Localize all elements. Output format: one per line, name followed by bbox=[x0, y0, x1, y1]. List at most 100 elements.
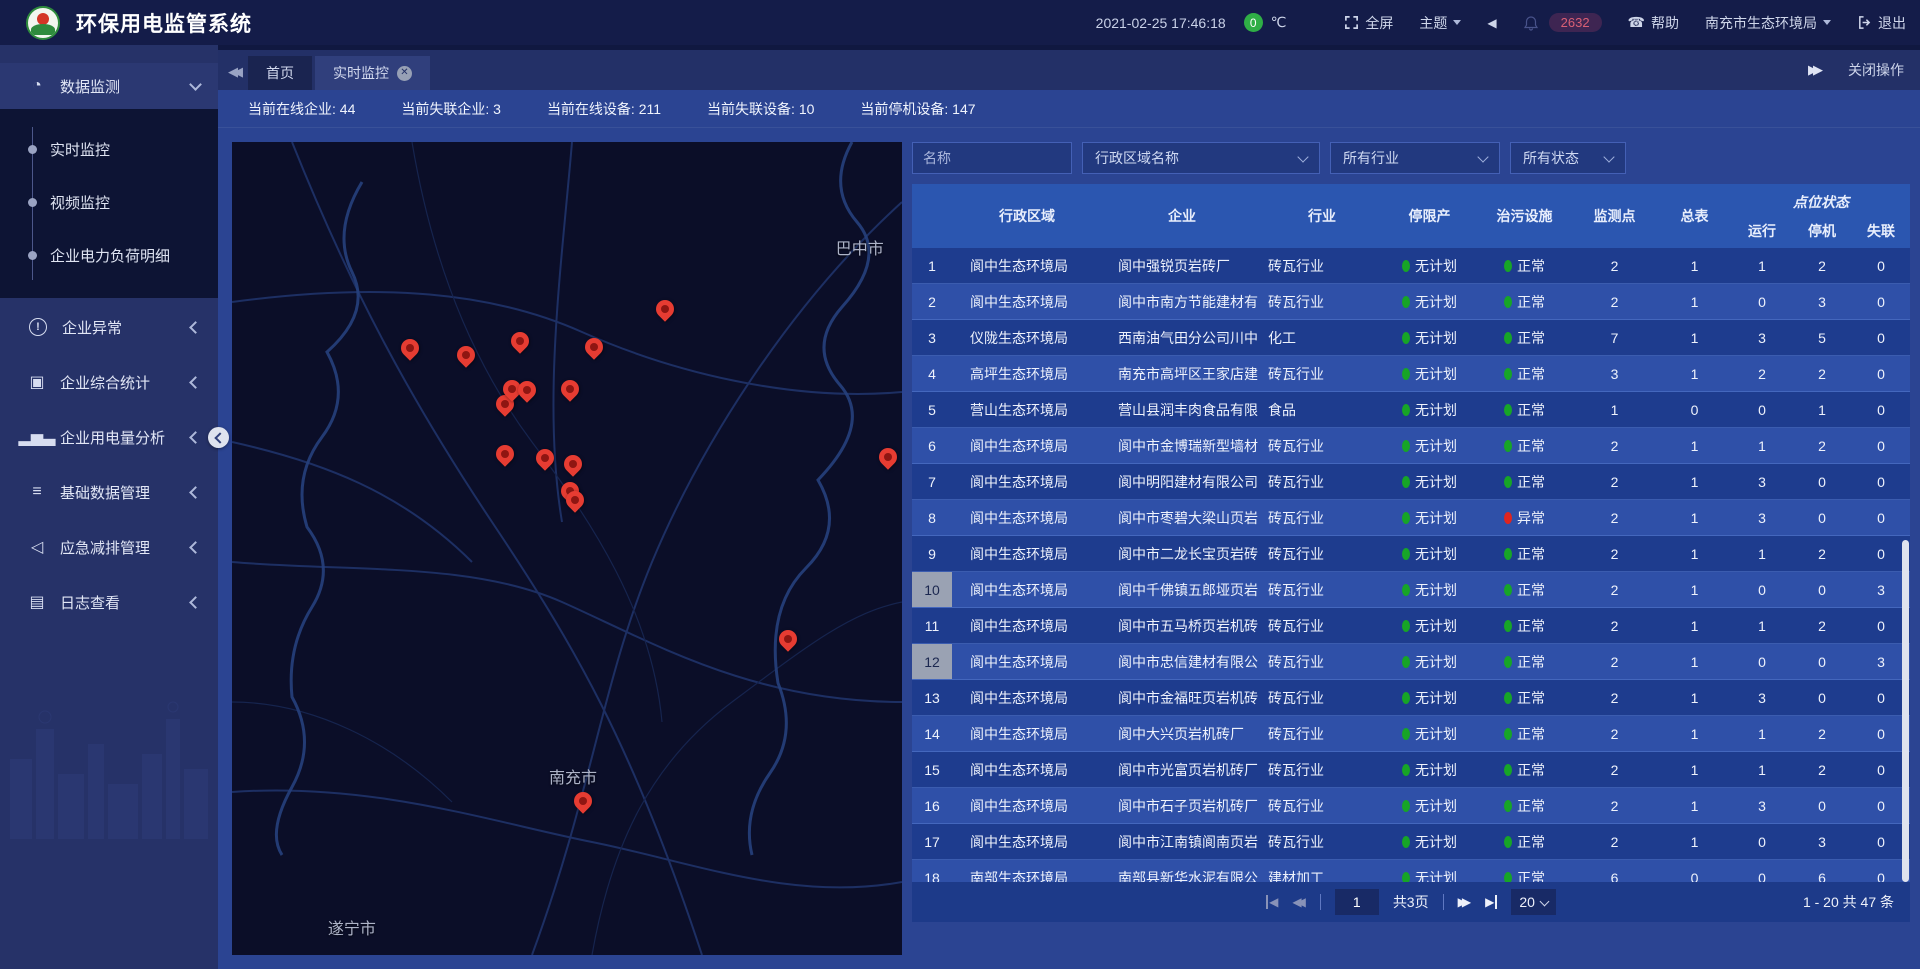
close-operations-button[interactable]: 关闭操作 bbox=[1848, 60, 1904, 80]
map-pin[interactable] bbox=[879, 448, 897, 466]
table-row[interactable]: 2阆中生态环境局阆中市南方节能建材有砖瓦行业无计划正常21030 bbox=[912, 284, 1910, 320]
map-pin[interactable] bbox=[585, 338, 603, 356]
table-row[interactable]: 3仪陇生态环境局西南油气田分公司川中化工无计划正常71350 bbox=[912, 320, 1910, 356]
row-index: 5 bbox=[912, 392, 952, 427]
first-page-button[interactable]: ◀ bbox=[1266, 895, 1278, 909]
content-area: 当前在线企业: 44当前失联企业: 3当前在线设备: 211当前失联设备: 10… bbox=[218, 90, 1920, 969]
cell-run: 2 bbox=[1732, 356, 1792, 391]
status-select[interactable]: 所有状态 bbox=[1510, 142, 1626, 174]
sidebar-collapse-button[interactable] bbox=[208, 427, 229, 448]
map-pin[interactable] bbox=[561, 380, 579, 398]
status-dot-green-icon bbox=[1402, 836, 1410, 848]
cell-region: 阆中生态环境局 bbox=[952, 284, 1102, 319]
sidebar-item[interactable]: ≡基础数据管理 bbox=[0, 469, 218, 515]
filter-bar: 行政区域名称 所有行业 所有状态 bbox=[912, 142, 1910, 174]
page-size-select[interactable]: 20 bbox=[1511, 889, 1556, 915]
cell-limit-status: 无计划 bbox=[1382, 248, 1477, 283]
map-pin[interactable] bbox=[564, 455, 582, 473]
cell-stop: 2 bbox=[1792, 752, 1852, 787]
fullscreen-button[interactable]: 全屏 bbox=[1344, 13, 1393, 33]
sidebar-item[interactable]: !企业异常 bbox=[0, 304, 218, 350]
table-row[interactable]: 18南部生态环境局南部县新华水泥有限公建材加工无计划正常60060 bbox=[912, 860, 1910, 882]
table-row[interactable]: 12阆中生态环境局阆中市忠信建材有限公砖瓦行业无计划正常21003 bbox=[912, 644, 1910, 680]
cell-company: 阆中千佛镇五郎垭页岩 bbox=[1102, 572, 1262, 607]
map-pin[interactable] bbox=[574, 792, 592, 810]
sidebar-item[interactable]: ◔数据监测 bbox=[0, 63, 218, 109]
cell-facility-status: 正常 bbox=[1477, 824, 1572, 859]
cell-company: 营山县润丰肉食品有限 bbox=[1102, 392, 1262, 427]
cell-monitor: 2 bbox=[1572, 428, 1657, 463]
map-pin[interactable] bbox=[401, 339, 419, 357]
map-pin[interactable] bbox=[496, 445, 514, 463]
table-row[interactable]: 14阆中生态环境局阆中大兴页岩机砖厂砖瓦行业无计划正常21120 bbox=[912, 716, 1910, 752]
industry-select[interactable]: 所有行业 bbox=[1330, 142, 1500, 174]
close-tab-icon[interactable]: ✕ bbox=[397, 66, 412, 81]
region-select[interactable]: 行政区域名称 bbox=[1082, 142, 1320, 174]
cell-limit-status: 无计划 bbox=[1382, 716, 1477, 751]
sidebar-subitem[interactable]: 视频监控 bbox=[0, 176, 218, 229]
table-row[interactable]: 8阆中生态环境局阆中市枣碧大梁山页岩砖瓦行业无计划异常21300 bbox=[912, 500, 1910, 536]
theme-dropdown[interactable]: 主题 bbox=[1419, 13, 1461, 33]
table-row[interactable]: 4高坪生态环境局南充市高坪区王家店建砖瓦行业无计划正常31220 bbox=[912, 356, 1910, 392]
table-row[interactable]: 6阆中生态环境局阆中市金博瑞新型墙材砖瓦行业无计划正常21120 bbox=[912, 428, 1910, 464]
user-name: 南充市生态环境局 bbox=[1705, 13, 1817, 33]
map-pin[interactable] bbox=[536, 449, 554, 467]
cell-industry: 砖瓦行业 bbox=[1262, 608, 1382, 643]
cell-facility-status: 正常 bbox=[1477, 680, 1572, 715]
notifications[interactable]: 2632 bbox=[1523, 13, 1602, 32]
scroll-tabs-left-button[interactable]: ◀◀ bbox=[228, 64, 238, 80]
map-pin[interactable] bbox=[457, 346, 475, 364]
cell-lost: 0 bbox=[1852, 356, 1910, 391]
table-row[interactable]: 7阆中生态环境局阆中明阳建材有限公司砖瓦行业无计划正常21300 bbox=[912, 464, 1910, 500]
cell-stop: 6 bbox=[1792, 860, 1852, 882]
cell-monitor: 6 bbox=[1572, 860, 1657, 882]
map-pin[interactable] bbox=[566, 491, 584, 509]
name-search-input[interactable] bbox=[912, 142, 1072, 174]
table-row[interactable]: 1阆中生态环境局阆中强锐页岩砖厂砖瓦行业无计划正常21120 bbox=[912, 248, 1910, 284]
sidebar-item[interactable]: ▂▅▃企业用电量分析 bbox=[0, 414, 218, 460]
col-limit: 停限产 bbox=[1382, 184, 1477, 248]
map-pin[interactable] bbox=[511, 332, 529, 350]
cell-company: 阆中市金福旺页岩机砖 bbox=[1102, 680, 1262, 715]
table-scrollbar-thumb[interactable] bbox=[1902, 540, 1909, 882]
help-button[interactable]: ☎ 帮助 bbox=[1628, 13, 1679, 33]
table-row[interactable]: 11阆中生态环境局阆中市五马桥页岩机砖砖瓦行业无计划正常21120 bbox=[912, 608, 1910, 644]
app-root: 环保用电监管系统 2021-02-25 17:46:18 0 ℃ 全屏 主题 ◀… bbox=[0, 0, 1920, 969]
mute-speaker-icon[interactable]: ◀ bbox=[1487, 16, 1496, 30]
user-dropdown[interactable]: 南充市生态环境局 bbox=[1705, 13, 1831, 33]
table-row[interactable]: 16阆中生态环境局阆中市石子页岩机砖厂砖瓦行业无计划正常21300 bbox=[912, 788, 1910, 824]
status-dot-green-icon bbox=[1402, 548, 1410, 560]
app-logo-icon bbox=[26, 6, 60, 40]
map-pin[interactable] bbox=[779, 630, 797, 648]
sidebar-item[interactable]: ▣企业综合统计 bbox=[0, 359, 218, 405]
prev-page-button[interactable]: ◀◀ bbox=[1292, 895, 1305, 909]
table-row[interactable]: 13阆中生态环境局阆中市金福旺页岩机砖砖瓦行业无计划正常21300 bbox=[912, 680, 1910, 716]
table-row[interactable]: 17阆中生态环境局阆中市江南镇阆南页岩砖瓦行业无计划正常21030 bbox=[912, 824, 1910, 860]
map-pin[interactable] bbox=[656, 300, 674, 318]
tab-home[interactable]: 首页 bbox=[248, 56, 312, 90]
cell-facility-status: 正常 bbox=[1477, 356, 1572, 391]
sidebar-subitem[interactable]: 实时监控 bbox=[0, 123, 218, 176]
table-row[interactable]: 5营山生态环境局营山县润丰肉食品有限食品无计划正常10010 bbox=[912, 392, 1910, 428]
chevron-down-icon bbox=[1823, 20, 1831, 29]
status-dot-green-icon bbox=[1504, 836, 1512, 848]
enterprise-stats-icon: ▣ bbox=[26, 372, 48, 392]
cell-industry: 食品 bbox=[1262, 392, 1382, 427]
sidebar-item[interactable]: ▤日志查看 bbox=[0, 579, 218, 625]
sidebar-subitem[interactable]: 企业电力负荷明细 bbox=[0, 229, 218, 282]
tab-realtime-monitor[interactable]: 实时监控 ✕ bbox=[315, 56, 430, 90]
map-pin[interactable] bbox=[518, 381, 536, 399]
logout-button[interactable]: 退出 bbox=[1857, 13, 1906, 33]
scroll-tabs-right-button[interactable]: ▶▶ bbox=[1808, 62, 1818, 78]
page-number-input[interactable]: 1 bbox=[1335, 889, 1379, 915]
last-page-button[interactable]: ▶ bbox=[1485, 895, 1497, 909]
sidebar-item[interactable]: ◁应急减排管理 bbox=[0, 524, 218, 570]
cell-region: 阆中生态环境局 bbox=[952, 464, 1102, 499]
next-page-button[interactable]: ▶▶ bbox=[1458, 895, 1471, 909]
table-row[interactable]: 9阆中生态环境局阆中市二龙长宝页岩砖砖瓦行业无计划正常21120 bbox=[912, 536, 1910, 572]
table-row[interactable]: 10阆中生态环境局阆中千佛镇五郎垭页岩砖瓦行业无计划正常21003 bbox=[912, 572, 1910, 608]
table-row[interactable]: 15阆中生态环境局阆中市光富页岩机砖厂砖瓦行业无计划正常21120 bbox=[912, 752, 1910, 788]
map-panel[interactable]: 巴中市南充市遂宁市 bbox=[232, 142, 902, 955]
cell-region: 南部生态环境局 bbox=[952, 860, 1102, 882]
cell-stop: 0 bbox=[1792, 500, 1852, 535]
